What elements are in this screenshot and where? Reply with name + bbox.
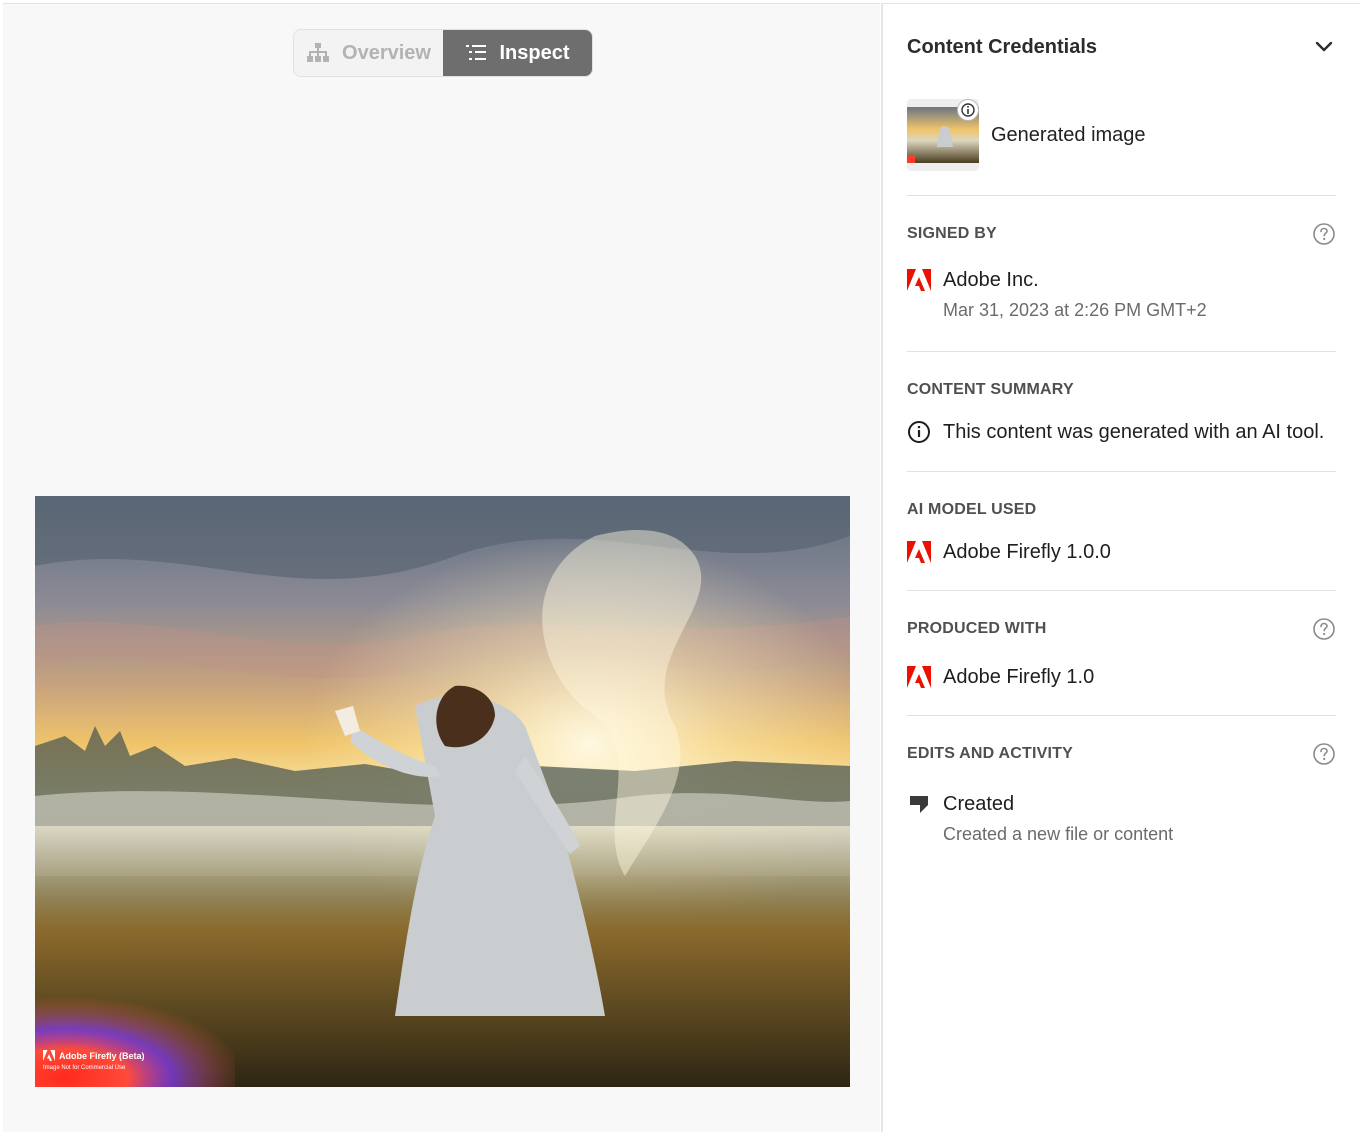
adobe-logo-icon [43,1050,55,1061]
preview-pane: Overview Inspect Adobe Firefly (Beta) Im… [3,3,880,1132]
edits-activity-section: EDITS AND ACTIVITY Created Created a new… [907,715,1336,845]
adobe-logo-icon [907,665,931,689]
overview-tab[interactable]: Overview [294,30,443,76]
list-icon [465,43,487,63]
produced-with-label: PRODUCED WITH [907,620,1047,637]
edit-description: Created a new file or content [943,824,1174,844]
signer-name: Adobe Inc. [943,268,1039,291]
content-summary-label: CONTENT SUMMARY [907,381,1074,398]
panel-title: Content Credentials [907,35,1098,58]
info-badge-icon [957,99,979,121]
asset-label: Generated image [991,123,1146,146]
edit-action: Created [943,792,1015,815]
help-icon[interactable] [1312,617,1336,641]
signed-date: Mar 31, 2023 at 2:26 PM GMT+2 [943,300,1207,320]
asset-summary: Generated image [907,98,1336,172]
content-summary-text: This content was generated with an AI to… [943,420,1325,443]
ai-model-section: AI MODEL USED Adobe Firefly 1.0.0 [907,471,1336,566]
info-icon [907,420,931,444]
panel-header: Content Credentials [907,32,1336,62]
watermark-title: Adobe Firefly (Beta) [59,1050,145,1061]
edits-activity-label: EDITS AND ACTIVITY [907,745,1073,762]
firefly-watermark: Adobe Firefly (Beta) Image Not for Comme… [35,1017,225,1087]
ai-model-name: Adobe Firefly 1.0.0 [943,540,1111,563]
inspect-tab-label: Inspect [499,41,570,64]
content-summary-section: CONTENT SUMMARY This content was generat… [907,351,1336,446]
signed-by-section: SIGNED BY Adobe Inc. Mar 31, 2023 at 2:2… [907,195,1336,321]
hierarchy-icon [306,42,330,64]
overview-tab-label: Overview [342,41,431,64]
produced-with-section: PRODUCED WITH Adobe Firefly 1.0 [907,590,1336,691]
adobe-logo-icon [907,540,931,564]
generated-image: Adobe Firefly (Beta) Image Not for Comme… [35,496,850,1087]
view-toggle: Overview Inspect [293,29,593,77]
adobe-logo-icon [907,268,931,292]
watermark-subtitle: Image Not for Commercial Use [43,1065,126,1071]
inspect-tab[interactable]: Inspect [443,30,592,76]
chevron-down-icon[interactable] [1312,35,1336,59]
asset-thumbnail[interactable] [907,99,979,171]
ai-model-label: AI MODEL USED [907,501,1037,518]
new-file-icon [907,792,931,816]
help-icon[interactable] [1312,222,1336,246]
help-icon[interactable] [1312,742,1336,766]
signed-by-label: SIGNED BY [907,225,997,242]
produced-with-name: Adobe Firefly 1.0 [943,665,1095,688]
content-credentials-panel: Content Credentials Generated image SIGN… [881,3,1360,1132]
